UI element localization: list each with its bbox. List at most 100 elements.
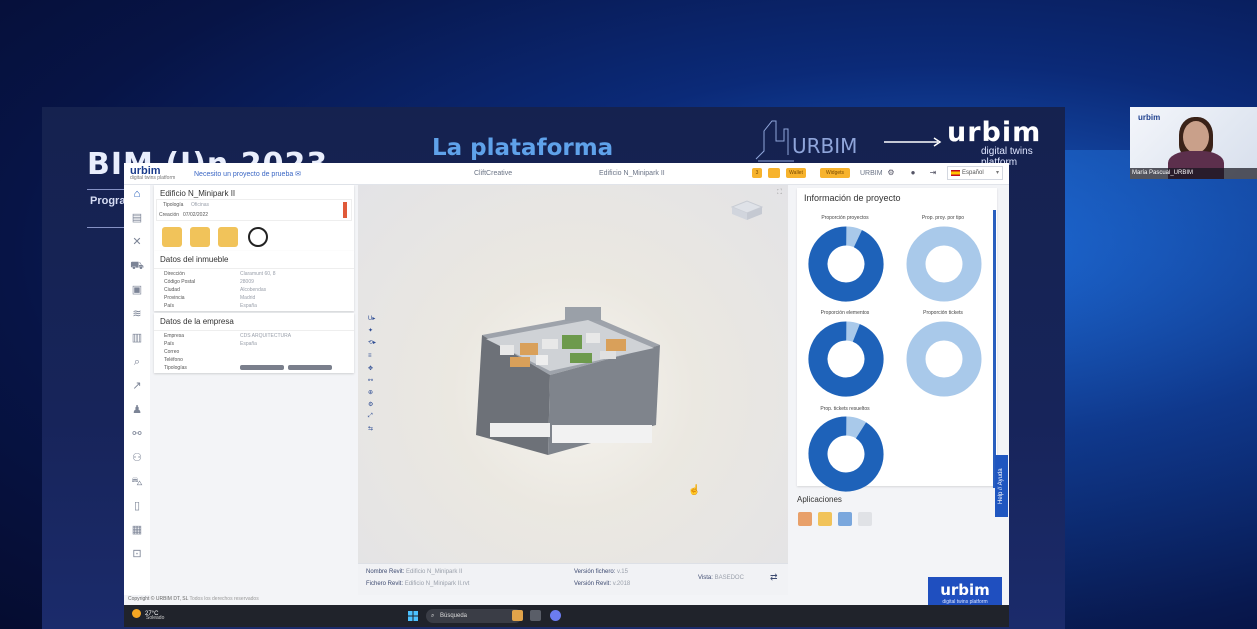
hierarchy-icon[interactable]: ⚇ (130, 451, 144, 465)
kv-label: Código Postal (164, 279, 196, 285)
presenter-name: María Pascual_URBIM (1130, 168, 1257, 179)
tools-icon[interactable]: ✕ (130, 235, 144, 249)
app-plans-icon[interactable] (818, 512, 832, 526)
kv-label: Tipologías (164, 365, 187, 371)
gear-icon[interactable]: ⚙ (886, 168, 896, 178)
tipologia-tag[interactable] (288, 365, 332, 370)
move-icon[interactable]: ✥ (368, 365, 376, 373)
bim-model-icon[interactable] (190, 227, 210, 247)
mouse-cursor: ☝ (688, 485, 701, 496)
app-tools-icon[interactable] (858, 512, 872, 526)
version-fichero: Versión fichero: v.15 (574, 569, 628, 575)
sun-icon (132, 609, 141, 618)
teams-icon[interactable] (550, 610, 561, 621)
kv-label: Ciudad (164, 287, 180, 293)
donut-chart[interactable] (906, 226, 982, 302)
app-fire-icon[interactable] (838, 512, 852, 526)
layers-icon[interactable]: ≋ (130, 307, 144, 321)
bus-icon[interactable]: ▣ (130, 283, 144, 297)
fichero-revit: Fichero Revit: Edificio N_Minipark II.rv… (366, 581, 470, 587)
search-building-icon[interactable]: ⌕ (130, 355, 144, 369)
truck-icon[interactable]: ⛍ (130, 475, 144, 489)
viewer-tool-icon[interactable]: U▸ (368, 315, 376, 323)
app-brand[interactable]: urbim digital twins platform (130, 165, 175, 181)
document-icon[interactable]: ▦ (130, 523, 144, 537)
worker-icon[interactable]: ♟ (130, 403, 144, 417)
windows-start-icon[interactable] (408, 611, 418, 621)
webcam-feed: urbim María Pascual_URBIM (1130, 107, 1257, 179)
nombre-revit: Nombre Revit: Edificio N_Minipark II (366, 569, 463, 575)
clipboard-icon[interactable]: ▤ (130, 211, 144, 225)
expand-icon[interactable]: ⤢ (368, 413, 376, 421)
project-info-title: Información de proyecto (804, 193, 901, 203)
donut-chart[interactable] (808, 226, 884, 302)
file-explorer-icon[interactable] (512, 610, 523, 621)
wallet-badge[interactable]: Wallet (786, 168, 806, 178)
building-icon[interactable]: ▥ (130, 331, 144, 345)
kv-label: País (164, 341, 175, 347)
user-icon[interactable]: ● (908, 168, 918, 178)
arrow-right-icon (884, 137, 942, 147)
layers-icon[interactable]: ≡ (368, 353, 376, 361)
task-view-icon[interactable] (530, 610, 541, 621)
property-data-card: Datos del inmueble Dirección Claramunt 6… (154, 251, 354, 311)
gamepad-icon[interactable]: ⊡ (130, 547, 144, 561)
app-brand-sub: digital twins platform (130, 175, 176, 181)
spain-flag-icon (951, 170, 960, 176)
logout-icon[interactable]: ⇥ (928, 168, 938, 178)
company-data-title: Datos de la empresa (154, 313, 354, 331)
swap-icon[interactable]: ⇄ (770, 572, 778, 583)
tipologia-tag[interactable] (240, 365, 284, 370)
urbim-corner-brand: urbim (940, 581, 990, 599)
creacion-label: Creación (159, 212, 180, 218)
urbim-logo-text: urbim (947, 117, 1042, 148)
kv-label: Empresa (164, 333, 185, 339)
donut-chart[interactable] (808, 416, 884, 492)
windows-taskbar: 27°C Soleado ⌕ Búsqueda (124, 605, 1009, 627)
tipologia-label: Tipología (163, 202, 184, 208)
chart-label: Prop. tickets resueltos (820, 406, 870, 412)
kv-value: Alcobendas (240, 287, 267, 293)
building-3d-model[interactable] (470, 305, 670, 465)
network-icon[interactable]: ⚯ (130, 427, 144, 441)
settings-icon[interactable]: ⚙ (368, 401, 376, 409)
bim-model-icon[interactable] (162, 227, 182, 247)
car-settings-icon[interactable]: ⛟ (130, 259, 144, 273)
donut-chart[interactable] (808, 321, 884, 397)
kv-value: 28009 (240, 279, 254, 285)
viewer-tool-icon[interactable]: ⟲▸ (368, 339, 376, 347)
widgets-badge[interactable]: Widgets (820, 168, 850, 178)
left-navigation: ⌂ ▤ ✕ ⛟ ▣ ≋ ▥ ⌕ ↗ ♟ ⚯ ⚇ ⛍ ▯ ▦ ⊡ (124, 185, 150, 595)
tree-icon[interactable]: ⚯ (368, 377, 376, 385)
webcam-logo: urbim (1138, 113, 1161, 122)
lock-icon[interactable]: ⊕ (368, 389, 376, 397)
language-select[interactable]: Español ▾ (947, 166, 1003, 180)
kv-value: Claramunt 60, 8 (240, 271, 276, 277)
notifications-badge[interactable]: 3 (752, 168, 762, 178)
status-indicator (343, 202, 347, 218)
unreal-engine-icon[interactable] (248, 227, 268, 247)
company-label: CliftCreative (474, 170, 513, 177)
bim-model-icon[interactable] (218, 227, 238, 247)
share-icon[interactable]: ⇆ (368, 425, 376, 433)
scrollbar[interactable] (993, 210, 996, 488)
viewer-tool-icon[interactable]: ✦ (368, 327, 376, 335)
help-tab[interactable]: Help // Ayuda (995, 455, 1008, 517)
test-project-link[interactable]: Necesito un proyecto de prueba ✉ (194, 170, 301, 178)
weather-widget[interactable]: 27°C Soleado (132, 609, 164, 621)
app-analytics-icon[interactable] (798, 512, 812, 526)
bim-3d-viewer[interactable]: U▸ ✦ ⟲▸ ≡ ✥ ⚯ ⊕ ⚙ ⤢ ⇆ ⛶ ☝ (358, 185, 788, 563)
door-icon[interactable]: ▯ (130, 499, 144, 513)
kv-value: España (240, 341, 257, 347)
kv-label: Correo (164, 349, 180, 355)
mail-badge[interactable] (768, 168, 780, 178)
version-revit: Versión Revit: v.2018 (574, 581, 631, 587)
taskbar-search[interactable]: ⌕ Búsqueda (426, 609, 522, 623)
search-icon: ⌕ (431, 613, 435, 619)
donut-chart[interactable] (906, 321, 982, 397)
view-cube-icon[interactable] (728, 199, 766, 221)
chart-icon[interactable]: ↗ (130, 379, 144, 393)
fullscreen-icon[interactable]: ⛶ (777, 189, 782, 197)
project-info-sidebar: Información de proyecto Proporción proye… (792, 185, 1006, 597)
home-icon[interactable]: ⌂ (130, 187, 144, 201)
